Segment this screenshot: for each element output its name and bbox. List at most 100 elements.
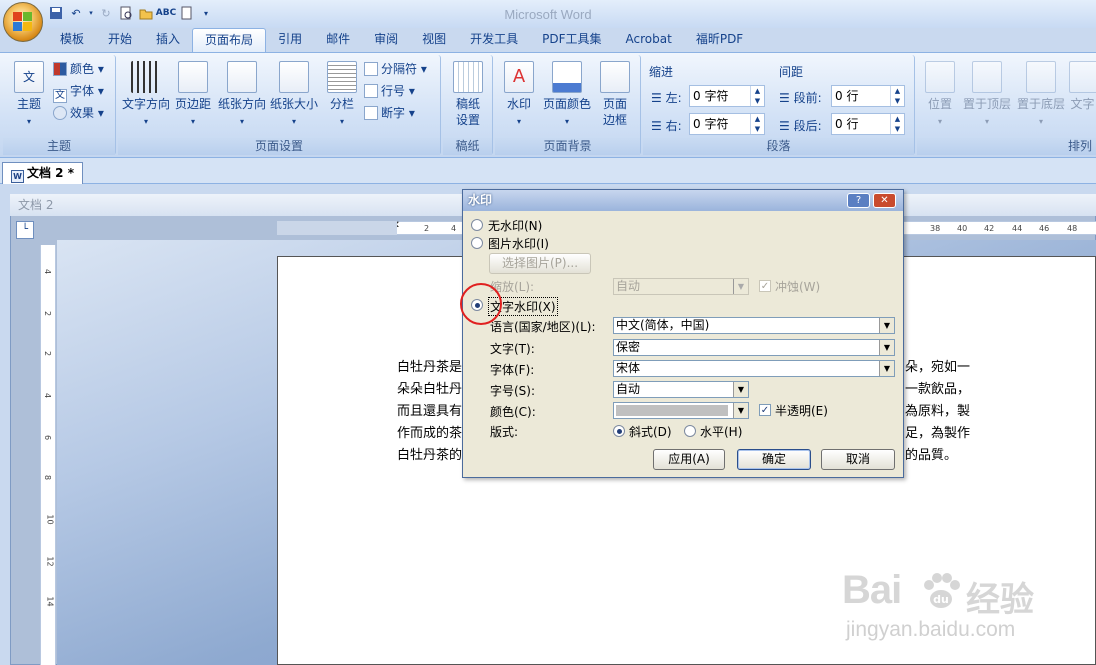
dropdown-arrow-icon: ▼: [879, 340, 894, 355]
tab-4[interactable]: 引用: [266, 28, 314, 52]
themes-group-title: 主题: [3, 138, 115, 155]
breaks-button[interactable]: 分隔符 ▾: [364, 59, 427, 79]
size-select[interactable]: 自动 ▼: [613, 381, 749, 398]
diagonal-radio[interactable]: [613, 425, 625, 437]
spacing-before-value: 0 行: [835, 89, 859, 103]
text-direction-button[interactable]: 文字方向 ▾: [120, 61, 172, 130]
tab-6[interactable]: 审阅: [362, 28, 410, 52]
watermark-brand-2: 经验: [966, 580, 1034, 620]
theme-effects-label: 效果: [70, 106, 95, 120]
orientation-label: 纸张方向: [217, 97, 266, 111]
page-color-icon: [552, 61, 582, 93]
semitransparent-label[interactable]: 半透明(E): [775, 402, 828, 419]
text-combobox[interactable]: 保密 ▼: [613, 339, 895, 356]
hyphenation-label: 断字: [381, 106, 406, 120]
spinner-arrows-icon[interactable]: ▲ ▼: [890, 86, 904, 106]
draft-label-2: 设置: [455, 113, 480, 127]
indent-right-spinner[interactable]: 0 字符 ▲ ▼: [689, 113, 765, 135]
text-wrap-label: 文字: [1070, 97, 1095, 111]
indent-right-icon: ☰: [651, 119, 662, 133]
size-button[interactable]: 纸张大小 ▾: [268, 61, 320, 130]
theme-fonts-label: 字体: [70, 84, 95, 98]
draft-settings-button[interactable]: 稿纸 设置: [449, 61, 487, 128]
spacing-after-spinner[interactable]: 0 行 ▲ ▼: [831, 113, 905, 135]
svg-text:du: du: [933, 593, 949, 606]
apply-button[interactable]: 应用(A): [653, 449, 725, 470]
washout-label[interactable]: 冲蚀(W): [775, 278, 820, 295]
text-direction-label: 文字方向: [121, 97, 170, 111]
tab-3[interactable]: 页面布局: [192, 28, 267, 52]
document-line-left: 白牡丹茶的: [397, 448, 463, 463]
margins-button[interactable]: 页边距 ▾: [172, 61, 214, 130]
theme-effects-button[interactable]: 效果 ▾: [53, 103, 104, 123]
hyphenation-button[interactable]: 断字 ▾: [364, 103, 415, 123]
scale-select[interactable]: 自动 ▼: [613, 278, 749, 295]
ruler-tick-label: 2: [424, 224, 430, 233]
ok-button[interactable]: 确定: [737, 449, 811, 470]
horizontal-radio[interactable]: [684, 425, 696, 437]
tab-5[interactable]: 邮件: [314, 28, 362, 52]
tab-selector-icon[interactable]: └: [16, 221, 34, 239]
close-button[interactable]: ✕: [873, 193, 896, 208]
margins-icon: [178, 61, 208, 93]
picture-watermark-label[interactable]: 图片水印(I): [488, 235, 549, 252]
size-label: 字号(S):: [490, 384, 536, 398]
indent-right-value: 0 字符: [693, 117, 729, 131]
page-color-button[interactable]: 页面颜色 ▾: [541, 61, 593, 130]
ruler-tick-label: 14: [45, 596, 55, 607]
language-value: 中文(简体，中国): [616, 318, 710, 332]
tab-9[interactable]: PDF工具集: [530, 28, 613, 52]
horizontal-label[interactable]: 水平(H): [700, 423, 742, 440]
theme-colors-button[interactable]: 颜色 ▾: [53, 59, 104, 79]
cancel-button[interactable]: 取消: [821, 449, 895, 470]
effects-icon: [53, 106, 67, 120]
page-borders-button[interactable]: 页面 边框: [597, 61, 633, 128]
paragraph-group: 缩进 间距 ☰ 左: 0 字符 ▲ ▼ ☰ 右: 0 字符 ▲ ▼ ☰ 段前: 0 行 ▲…: [643, 55, 915, 155]
language-select[interactable]: 中文(简体，中国) ▼: [613, 317, 895, 334]
bring-front-button[interactable]: 置于顶层 ▾: [961, 61, 1013, 130]
tab-7[interactable]: 视图: [410, 28, 458, 52]
document-tab[interactable]: W 文档 2 *: [2, 162, 83, 184]
office-button[interactable]: [3, 2, 43, 42]
layout-label: 版式:: [490, 425, 519, 439]
ruler-tick-label: 2: [43, 310, 53, 317]
document-tab-bar: [0, 158, 1096, 184]
text-label: 文字(T):: [490, 342, 535, 356]
indent-left-spinner[interactable]: 0 字符 ▲ ▼: [689, 85, 765, 107]
dropdown-arrow-icon: ▼: [879, 361, 894, 376]
no-watermark-radio[interactable]: [471, 219, 483, 231]
help-button[interactable]: ?: [847, 193, 870, 208]
tab-1[interactable]: 开始: [96, 28, 144, 52]
send-back-button[interactable]: 置于底层 ▾: [1015, 61, 1067, 130]
position-button[interactable]: 位置 ▾: [923, 61, 957, 130]
spinner-arrows-icon[interactable]: ▲ ▼: [750, 86, 764, 106]
diagonal-label[interactable]: 斜式(D): [629, 423, 672, 440]
font-select[interactable]: 宋体 ▼: [613, 360, 895, 377]
themes-button[interactable]: 文 主题 ▾: [9, 61, 49, 130]
watermark-button[interactable]: A 水印 ▾: [501, 61, 537, 130]
indent-label: 缩进: [649, 65, 674, 79]
arrange-group-title: 排列: [917, 138, 1096, 155]
spacing-before-spinner[interactable]: 0 行 ▲ ▼: [831, 85, 905, 107]
tab-8[interactable]: 开发工具: [458, 28, 530, 52]
color-select[interactable]: ▼: [613, 402, 749, 419]
tab-10[interactable]: Acrobat: [614, 28, 684, 52]
vertical-ruler[interactable]: 4 2 2 4 6 8 10 12 14: [40, 245, 56, 665]
theme-fonts-button[interactable]: 文字体 ▾: [53, 81, 104, 103]
orientation-button[interactable]: 纸张方向 ▾: [216, 61, 268, 130]
spinner-arrows-icon[interactable]: ▲ ▼: [750, 114, 764, 134]
tab-0[interactable]: 模板: [48, 28, 96, 52]
washout-checkbox[interactable]: ✓: [759, 280, 771, 292]
tab-2[interactable]: 插入: [144, 28, 192, 52]
spinner-arrows-icon[interactable]: ▲ ▼: [890, 114, 904, 134]
ruler-tick-label: 8: [43, 474, 53, 481]
columns-icon: [327, 61, 357, 93]
line-numbers-button[interactable]: 行号 ▾: [364, 81, 415, 101]
tab-11[interactable]: 福昕PDF: [684, 28, 755, 52]
select-picture-button[interactable]: 选择图片(P)...: [489, 253, 591, 274]
no-watermark-label[interactable]: 无水印(N): [488, 217, 542, 234]
columns-button[interactable]: 分栏 ▾: [324, 61, 360, 130]
text-wrap-button[interactable]: 文字: [1069, 61, 1096, 112]
picture-watermark-radio[interactable]: [471, 237, 483, 249]
semitransparent-checkbox[interactable]: ✓: [759, 404, 771, 416]
